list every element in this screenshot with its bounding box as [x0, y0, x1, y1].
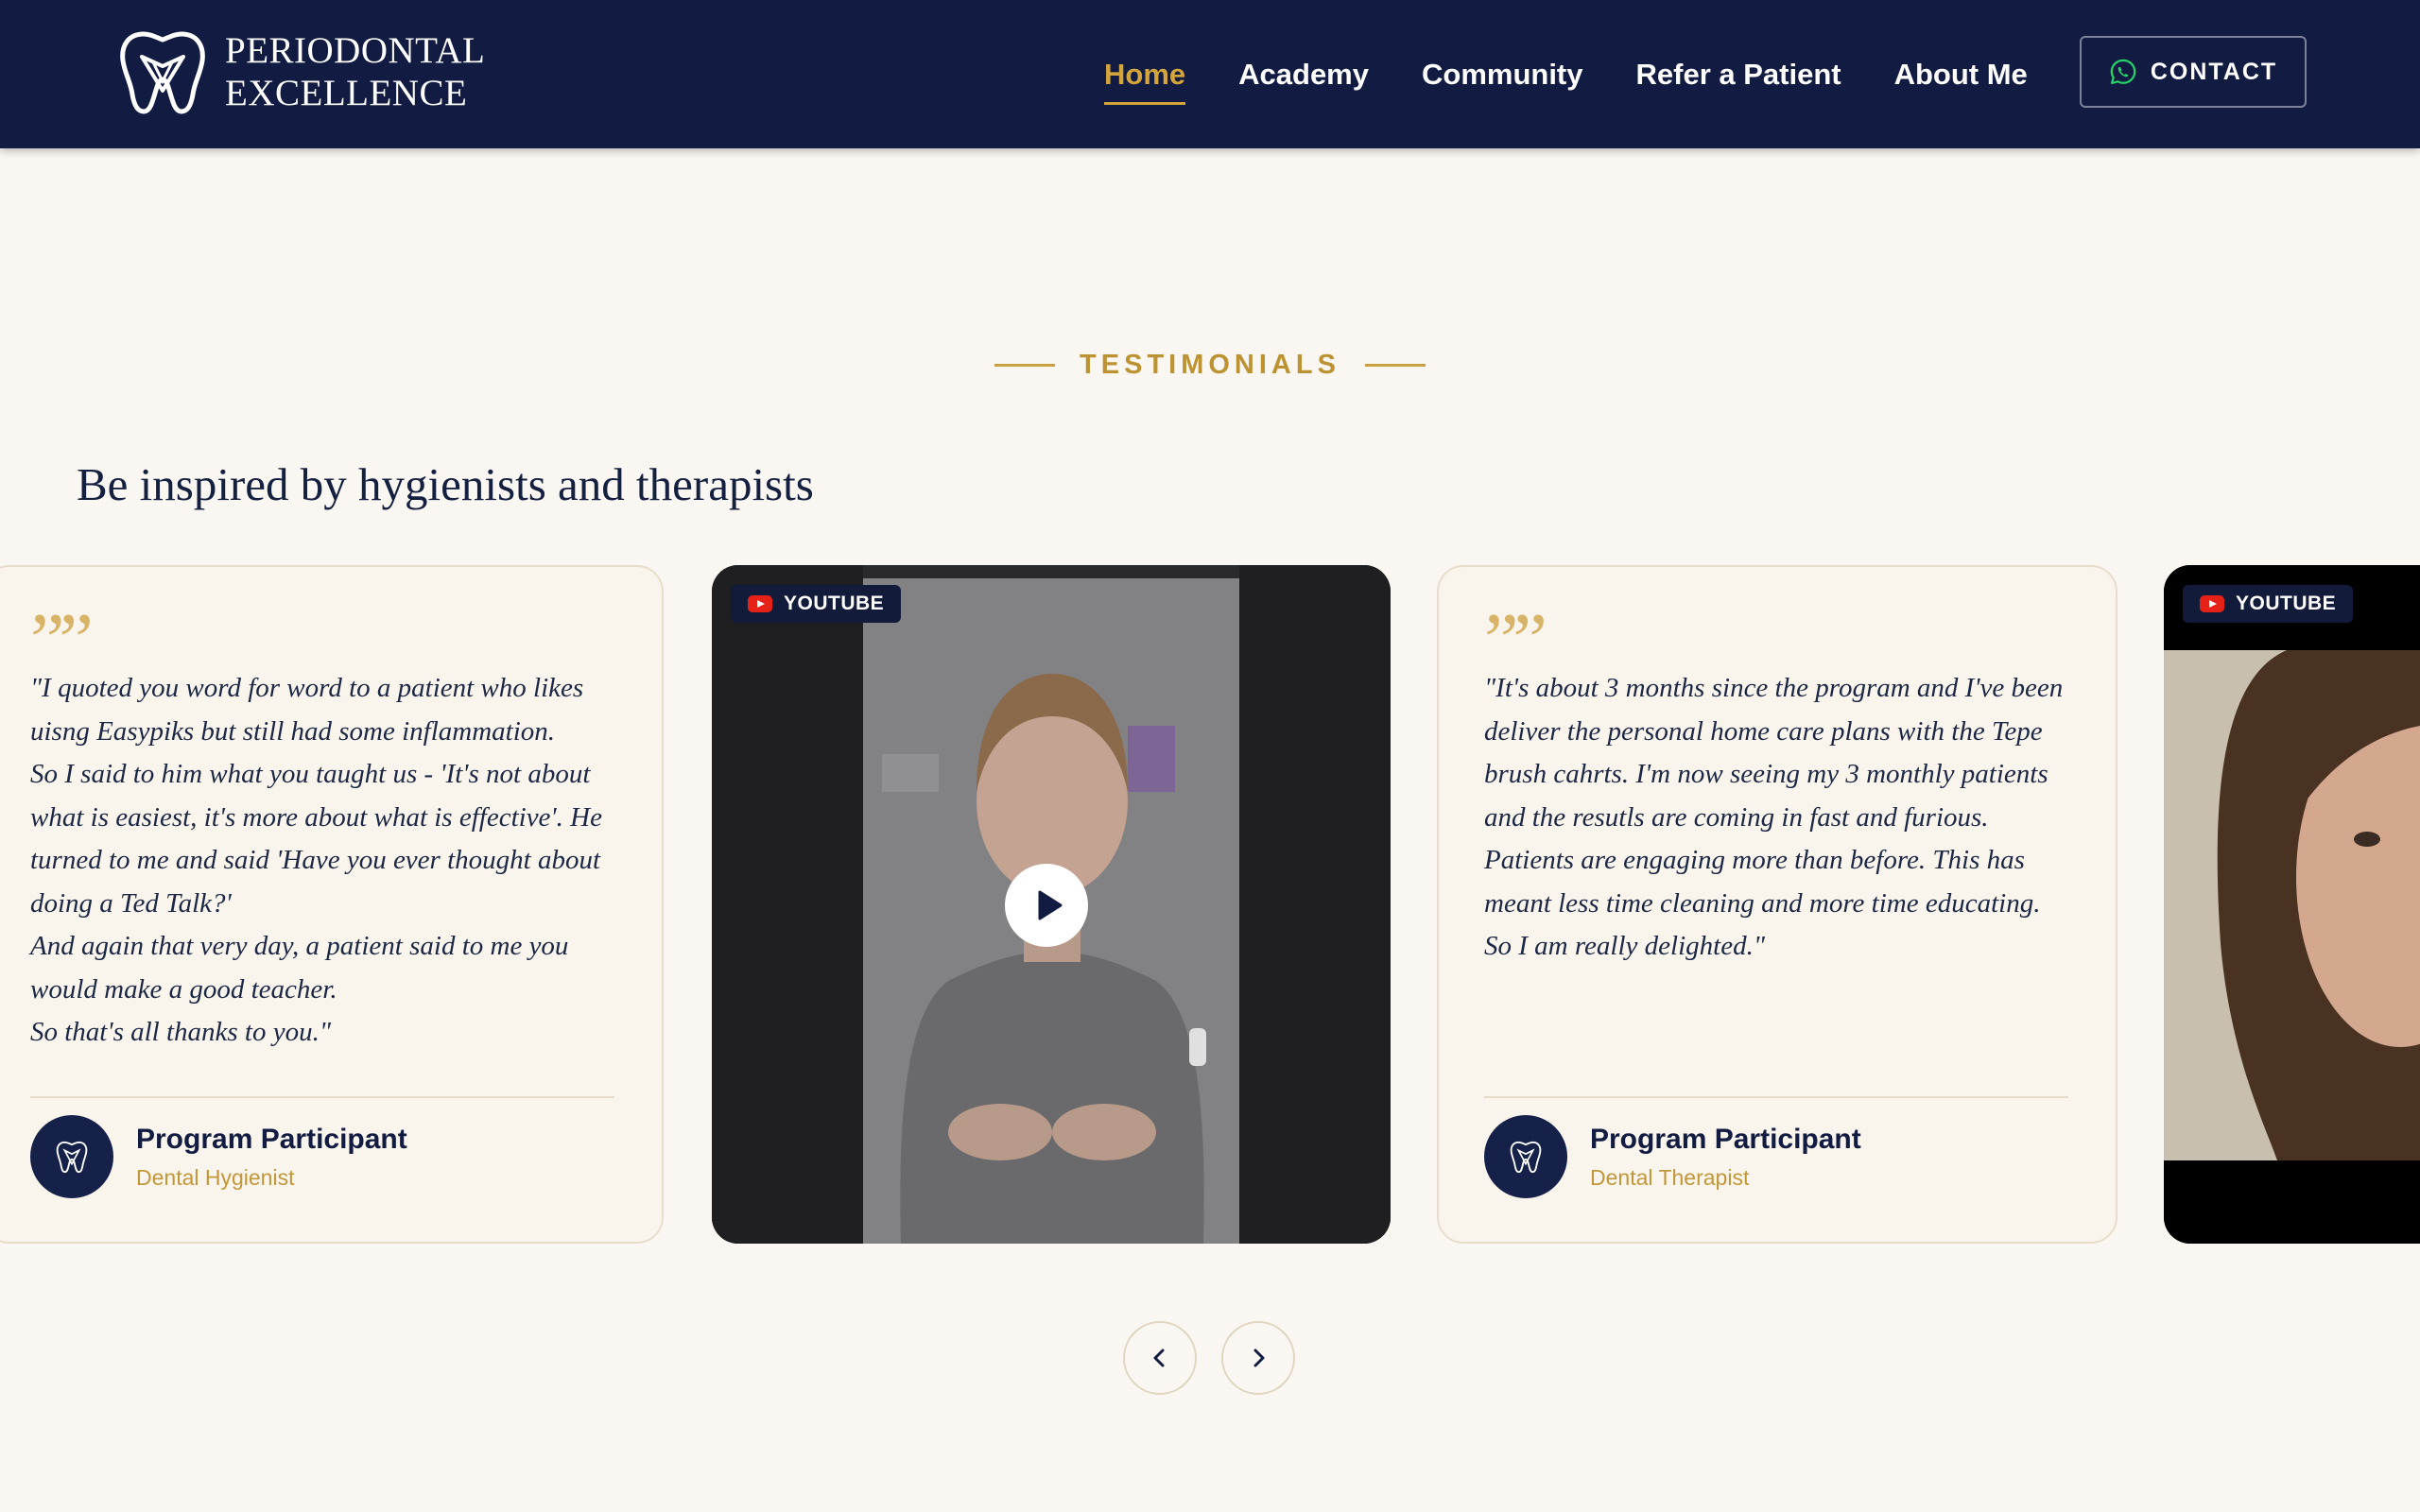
quote-line: "I quoted you word for word to a patient… — [30, 673, 584, 747]
eyebrow-text: TESTIMONIALS — [1080, 349, 1340, 380]
main-nav: Home Academy Community Refer a Patient A… — [1104, 0, 2081, 148]
quote-mark-icon: ”” — [30, 612, 94, 656]
nav-about-me[interactable]: About Me — [1894, 58, 2028, 92]
contact-button[interactable]: CONTACT — [2080, 36, 2307, 108]
testimonial-card: ”” "I quoted you word for word to a pati… — [0, 565, 664, 1244]
contact-label: CONTACT — [2150, 58, 2278, 85]
chevron-right-icon — [1253, 1349, 1265, 1367]
section-eyebrow: TESTIMONIALS — [0, 344, 2420, 386]
youtube-badge: YOUTUBE — [731, 585, 902, 623]
card-divider — [1484, 1096, 2068, 1098]
testimonial-author: Program Participant Dental Therapist — [1484, 1115, 1861, 1198]
author-role: Dental Hygienist — [136, 1164, 295, 1190]
site-header: PERIODONTAL EXCELLENCE Home Academy Comm… — [0, 0, 2420, 148]
section-title: Be inspired by hygienists and therapists — [77, 458, 814, 510]
author-name: Program Participant — [1590, 1123, 1861, 1155]
nav-academy[interactable]: Academy — [1238, 58, 1369, 92]
video-testimonial-card[interactable]: YOUTUBE — [712, 565, 1391, 1244]
quote-line: So that's all thanks to you." — [30, 1017, 332, 1047]
author-info: Program Participant Dental Therapist — [1590, 1124, 1861, 1191]
tooth-avatar-icon — [56, 1141, 88, 1174]
nav-refer-a-patient[interactable]: Refer a Patient — [1636, 58, 1841, 92]
nav-home[interactable]: Home — [1104, 58, 1186, 105]
quote-line: And again that very day, a patient said … — [30, 931, 569, 1005]
chevron-left-icon — [1153, 1349, 1165, 1367]
avatar — [1484, 1115, 1567, 1198]
youtube-icon — [2200, 595, 2224, 612]
card-divider — [30, 1096, 614, 1098]
quote-mark-icon: ”” — [1484, 612, 1547, 656]
author-role: Dental Therapist — [1590, 1164, 1750, 1190]
testimonial-card: ”” "It's about 3 months since the progra… — [1437, 565, 2118, 1244]
testimonial-quote: "It's about 3 months since the program a… — [1484, 667, 2068, 969]
quote-line: So I said to him what you taught us - 'I… — [30, 759, 602, 919]
tooth-avatar-icon — [1510, 1141, 1542, 1174]
youtube-badge-label: YOUTUBE — [2236, 593, 2337, 614]
video-testimonial-card[interactable]: YOUTUBE — [2164, 565, 2420, 1244]
youtube-icon — [748, 595, 772, 612]
nav-community[interactable]: Community — [1422, 58, 1583, 92]
author-info: Program Participant Dental Hygienist — [136, 1124, 407, 1191]
testimonial-author: Program Participant Dental Hygienist — [30, 1115, 407, 1198]
tooth-logo-icon — [120, 31, 205, 114]
eyebrow-line-right — [1364, 363, 1426, 367]
carousel-next-button[interactable] — [1221, 1321, 1295, 1395]
play-button[interactable] — [1005, 864, 1088, 947]
carousel-prev-button[interactable] — [1123, 1321, 1197, 1395]
quote-line: "It's about 3 months since the program a… — [1484, 673, 2064, 919]
testimonial-quote: "I quoted you word for word to a patient… — [30, 667, 614, 1055]
brand-line-1: PERIODONTAL — [225, 30, 486, 71]
youtube-badge-label: YOUTUBE — [784, 593, 885, 614]
whatsapp-icon — [2110, 59, 2136, 85]
video-thumbnail — [2164, 565, 2420, 1244]
eyebrow-line-left — [994, 363, 1056, 367]
brand-logo-link[interactable]: PERIODONTAL EXCELLENCE — [115, 28, 485, 115]
avatar — [30, 1115, 113, 1198]
brand-name: PERIODONTAL EXCELLENCE — [225, 29, 485, 114]
youtube-badge: YOUTUBE — [2183, 585, 2354, 623]
play-icon — [1038, 890, 1063, 920]
author-name: Program Participant — [136, 1123, 407, 1155]
brand-line-2: EXCELLENCE — [225, 73, 468, 113]
quote-line: So I am really delighted." — [1484, 931, 1766, 961]
